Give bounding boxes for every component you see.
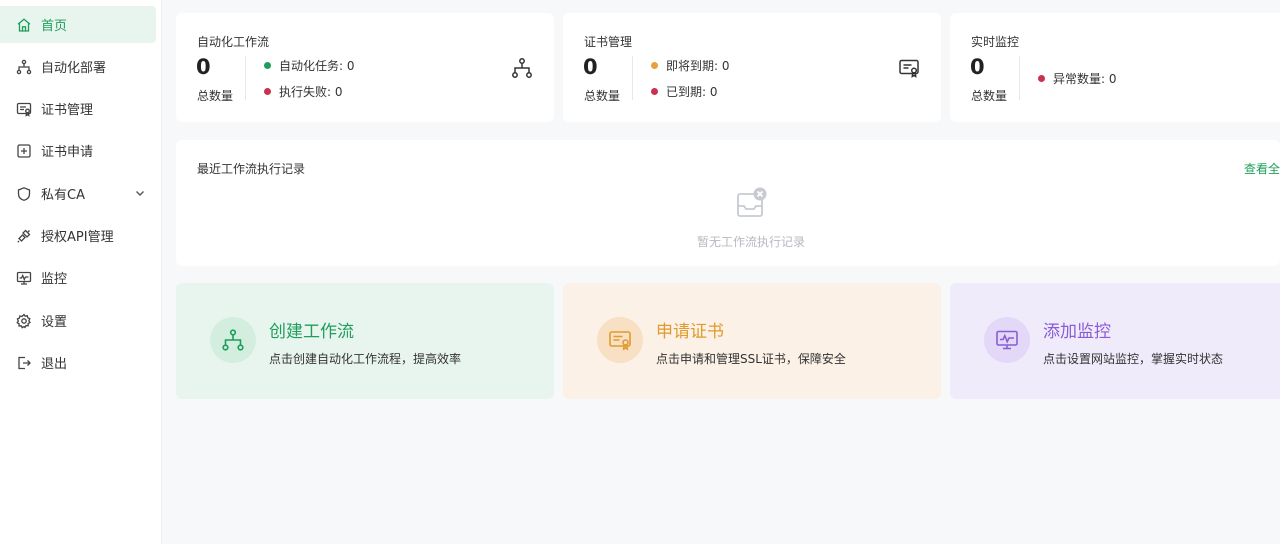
legend-label: 自动化任务: 0: [279, 59, 355, 73]
status-dot: [264, 62, 271, 69]
sidebar-item-api-manage[interactable]: 授权API管理: [0, 217, 156, 254]
gear-icon: [16, 312, 31, 329]
stat-card-workflow: 自动化工作流 0 总数量 自动化任务: 0 执行失败: 0: [176, 13, 554, 122]
sidebar-item-label: 证书管理: [41, 103, 94, 118]
empty-state-text: 暂无工作流执行记录: [696, 235, 805, 249]
stat-count-label: 总数量: [197, 89, 234, 103]
divider: [632, 56, 633, 100]
sidebar-item-label: 设置: [41, 315, 68, 330]
sidebar-item-label: 监控: [41, 272, 68, 287]
status-dot: [264, 88, 271, 95]
sidebar-item-private-ca[interactable]: 私有CA: [0, 175, 156, 212]
action-description: 点击设置网站监控，掌握实时状态: [1043, 352, 1224, 366]
workflow-icon: [512, 58, 532, 78]
stat-count: 0: [196, 55, 211, 79]
apply-certificate-card[interactable]: 申请证书 点击申请和管理SSL证书，保障安全: [563, 283, 941, 399]
action-icon-circle: [210, 317, 256, 363]
sidebar-item-logout[interactable]: 退出: [0, 344, 156, 381]
stat-card-monitor: 实时监控 0 总数量 异常数量: 0: [950, 13, 1280, 122]
sidebar-item-monitor[interactable]: 监控: [0, 259, 156, 296]
empty-inbox-icon: [737, 187, 767, 217]
legend-item-auto-tasks: 自动化任务: 0: [264, 57, 355, 74]
api-plug-icon: [17, 229, 31, 243]
action-title: 添加监控: [1043, 322, 1111, 342]
plus-square-icon: [17, 143, 31, 158]
stat-count-label: 总数量: [584, 89, 621, 103]
stat-count: 0: [583, 55, 598, 79]
workflow-icon: [16, 59, 32, 74]
legend-item-failed: 执行失败: 0: [264, 83, 343, 100]
sidebar-item-cert-apply[interactable]: 证书申请: [0, 132, 156, 169]
sidebar-item-label: 自动化部署: [41, 61, 107, 76]
legend-item-expired: 已到期: 0: [651, 83, 718, 100]
action-title: 创建工作流: [269, 322, 354, 342]
legend-label: 即将到期: 0: [666, 59, 730, 73]
stat-card-certificate: 证书管理 0 总数量 即将到期: 0 已到期: 0: [563, 13, 941, 122]
view-all-link[interactable]: 查看全: [1244, 160, 1280, 177]
shield-icon: [17, 186, 31, 201]
sidebar-item-label: 授权API管理: [41, 230, 114, 245]
home-icon: [17, 17, 31, 32]
chevron-down-icon[interactable]: [134, 187, 146, 199]
sidebar-item-label: 证书申请: [41, 145, 94, 160]
certificate-icon: [899, 59, 919, 78]
stat-count-label: 总数量: [971, 89, 1008, 103]
monitor-icon: [996, 330, 1018, 350]
status-dot: [651, 88, 658, 95]
sidebar-item-auto-deploy[interactable]: 自动化部署: [0, 48, 156, 85]
action-description: 点击创建自动化工作流程，提高效率: [269, 352, 462, 366]
action-icon-circle: [984, 317, 1030, 363]
add-monitor-card[interactable]: 添加监控 点击设置网站监控，掌握实时状态: [950, 283, 1280, 399]
logout-icon: [18, 356, 31, 369]
sidebar-item-settings[interactable]: 设置: [0, 302, 156, 339]
sidebar-item-cert-manage[interactable]: 证书管理: [0, 90, 156, 127]
stat-title: 证书管理: [584, 35, 633, 49]
action-description: 点击申请和管理SSL证书，保障安全: [656, 352, 846, 366]
stat-title: 实时监控: [971, 35, 1020, 49]
sidebar: 首页 自动化部署 证书管理 证书申请 私有CA 授权API管理 监控 设置 退出: [0, 0, 162, 544]
certificate-icon: [16, 102, 32, 117]
legend-label: 已到期: 0: [666, 85, 718, 99]
legend-label: 执行失败: 0: [279, 85, 343, 99]
status-dot: [651, 62, 658, 69]
legend-item-abnormal: 异常数量: 0: [1038, 70, 1117, 87]
stat-title: 自动化工作流: [197, 35, 270, 49]
divider: [1019, 56, 1020, 100]
sidebar-item-label: 私有CA: [41, 188, 85, 203]
action-title: 申请证书: [656, 322, 724, 342]
create-workflow-card[interactable]: 创建工作流 点击创建自动化工作流程，提高效率: [176, 283, 554, 399]
workflow-icon: [222, 329, 244, 351]
legend-item-expiring: 即将到期: 0: [651, 57, 730, 74]
monitor-icon: [16, 271, 32, 285]
sidebar-item-label: 首页: [41, 19, 68, 34]
recent-workflow-records: 最近工作流执行记录 查看全 暂无工作流执行记录: [176, 140, 1280, 266]
sidebar-item-home[interactable]: 首页: [0, 6, 156, 43]
status-dot: [1038, 75, 1045, 82]
action-icon-circle: [597, 317, 643, 363]
sidebar-item-label: 退出: [41, 357, 68, 372]
certificate-icon: [609, 331, 631, 351]
section-title: 最近工作流执行记录: [197, 162, 306, 176]
legend-label: 异常数量: 0: [1053, 72, 1117, 86]
stat-count: 0: [970, 55, 985, 79]
divider: [245, 56, 246, 100]
